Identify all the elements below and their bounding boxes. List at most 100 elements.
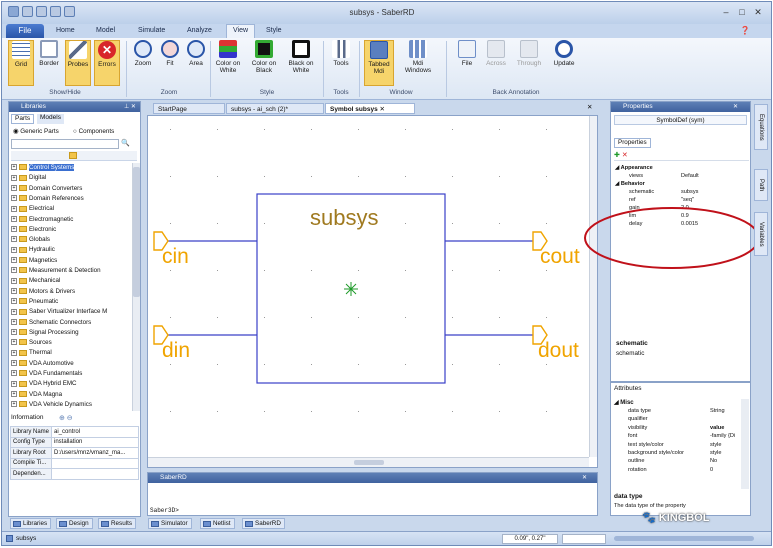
tree-item[interactable]: + Control Systems — [11, 163, 133, 173]
expand-icon[interactable]: + — [11, 174, 17, 181]
expand-icon[interactable]: + — [11, 401, 17, 408]
radio-components[interactable]: ○ Components — [73, 128, 114, 135]
tree-item[interactable]: + VDA Fundamentals — [11, 369, 133, 379]
search-icon[interactable]: 🔍 — [121, 139, 130, 147]
bottom-tab-results[interactable]: Results — [98, 518, 136, 529]
tab-subsys-schematic[interactable]: subsys - ai_sch (2)* — [226, 103, 324, 114]
tools-button[interactable]: Tools — [328, 40, 354, 86]
tree-item[interactable]: + Schematic Connectors — [11, 318, 133, 328]
attributes-section-misc[interactable]: ◢ Misc — [614, 399, 634, 406]
tab-home[interactable]: Home — [50, 25, 81, 39]
info-zoom-icon[interactable]: ⊕ ⊖ — [59, 414, 73, 422]
vertical-scrollbar[interactable] — [589, 116, 597, 457]
expand-icon[interactable]: + — [11, 318, 17, 325]
attribute-row[interactable]: data type String — [614, 407, 744, 415]
tab-models[interactable]: Models — [37, 114, 64, 124]
attribute-value[interactable]: No — [710, 457, 717, 465]
save-icon[interactable] — [22, 6, 33, 17]
tree-item[interactable]: + VDA Vehicle Dynamics — [11, 400, 133, 410]
zoom-button[interactable]: Zoom — [130, 40, 156, 86]
tree-item[interactable]: + Electromagnetic — [11, 215, 133, 225]
zoom-slider[interactable] — [614, 536, 754, 541]
tree-item[interactable]: + Sources — [11, 338, 133, 348]
attribute-row[interactable]: rotation 0 — [614, 466, 744, 474]
tab-style[interactable]: Style — [260, 25, 288, 39]
attributes-scrollbar[interactable] — [741, 399, 749, 489]
color-on-black-button[interactable]: Color on Black — [248, 40, 280, 86]
expand-icon[interactable]: + — [11, 298, 17, 305]
expand-icon[interactable]: + — [11, 380, 17, 387]
attribute-value[interactable]: style — [710, 449, 722, 457]
tree-scrollbar[interactable] — [132, 163, 140, 411]
info-value[interactable]: D:/users/mnz/vmanz_ma... — [51, 447, 139, 459]
property-value[interactable]: subsys — [681, 188, 698, 196]
errors-button[interactable]: ✕ Errors — [94, 40, 120, 86]
add-property-icon[interactable]: ✚ — [614, 152, 620, 159]
expand-icon[interactable]: + — [11, 360, 17, 367]
tab-parts[interactable]: Parts — [11, 114, 35, 124]
annotation-file-button[interactable]: File — [454, 40, 480, 86]
property-section[interactable]: ◢ Appearance — [615, 164, 745, 172]
properties-close-icon[interactable]: ✕ — [733, 103, 738, 110]
info-value[interactable]: installation — [51, 436, 139, 448]
tree-item[interactable]: + Pneumatic — [11, 297, 133, 307]
tree-item[interactable]: + Domain References — [11, 194, 133, 204]
property-row[interactable]: schematic subsys — [615, 188, 745, 196]
search-input[interactable] — [11, 139, 119, 149]
expand-icon[interactable]: + — [11, 205, 17, 212]
expand-icon[interactable]: + — [11, 236, 17, 243]
probes-button[interactable]: Probes — [65, 40, 91, 86]
expand-icon[interactable]: + — [11, 226, 17, 233]
side-tab-variables[interactable]: Variables — [754, 212, 768, 256]
tab-view[interactable]: View — [226, 24, 256, 39]
info-value[interactable]: ai_control — [51, 426, 139, 438]
close-document-icon[interactable]: ✕ — [587, 103, 592, 111]
attribute-row[interactable]: background style/color style — [614, 449, 744, 457]
expand-icon[interactable]: + — [11, 339, 17, 346]
redo-icon[interactable] — [50, 6, 61, 17]
expand-icon[interactable]: + — [11, 390, 17, 397]
color-on-white-button[interactable]: Color on White — [213, 40, 243, 86]
attribute-value[interactable]: -family {Di — [710, 432, 735, 440]
saber-console[interactable] — [148, 483, 597, 505]
tree-item[interactable]: + Globals — [11, 235, 133, 245]
help-icon[interactable]: ❓ — [740, 26, 750, 35]
tabbed-mdi-button[interactable]: Tabbed Mdi — [364, 40, 394, 86]
tree-item[interactable]: + Digital — [11, 173, 133, 183]
tree-item[interactable]: + Magnetics — [11, 256, 133, 266]
expand-icon[interactable]: + — [11, 267, 17, 274]
tree-item[interactable]: + VDA Automotive — [11, 359, 133, 369]
tree-item[interactable]: + Electronic — [11, 225, 133, 235]
bottom-tab-saberrd[interactable]: SaberRD — [242, 518, 285, 529]
expand-icon[interactable]: + — [11, 308, 17, 315]
update-button[interactable]: Update — [550, 40, 578, 86]
through-button[interactable]: Through — [514, 40, 544, 86]
bottom-tab-design[interactable]: Design — [56, 518, 93, 529]
attribute-value[interactable]: String — [710, 407, 725, 415]
side-tab-path[interactable]: Path — [754, 169, 768, 201]
expand-icon[interactable]: + — [11, 370, 17, 377]
property-value[interactable]: Default — [681, 172, 699, 180]
expand-icon[interactable]: + — [11, 246, 17, 253]
tab-simulate[interactable]: Simulate — [132, 25, 171, 39]
schematic-canvas[interactable]: subsys cin din cout dout — [147, 115, 598, 468]
tab-analyze[interactable]: Analyze — [181, 25, 218, 39]
tab-properties[interactable]: Properties — [614, 138, 651, 148]
tree-item[interactable]: + Thermal — [11, 348, 133, 358]
property-object-select[interactable]: SymbolDef (sym) — [614, 115, 747, 125]
app-icon[interactable] — [8, 6, 19, 17]
black-on-white-button[interactable]: Black on White — [285, 40, 317, 86]
tab-startpage[interactable]: StartPage — [153, 103, 225, 114]
mdi-windows-button[interactable]: Mdi Windows — [400, 40, 436, 86]
fit-button[interactable]: Fit — [157, 40, 183, 86]
property-section[interactable]: ◢ Behavior — [615, 180, 745, 188]
attribute-value[interactable]: value — [710, 424, 724, 432]
attribute-row[interactable]: outline No — [614, 457, 744, 465]
attribute-row[interactable]: qualifier — [614, 415, 744, 423]
undo-icon[interactable] — [36, 6, 47, 17]
tree-item[interactable]: + Electrical — [11, 204, 133, 214]
attribute-row[interactable]: text style/color style — [614, 441, 744, 449]
info-value[interactable] — [51, 457, 139, 469]
expand-icon[interactable]: + — [11, 257, 17, 264]
area-button[interactable]: Area — [183, 40, 209, 86]
